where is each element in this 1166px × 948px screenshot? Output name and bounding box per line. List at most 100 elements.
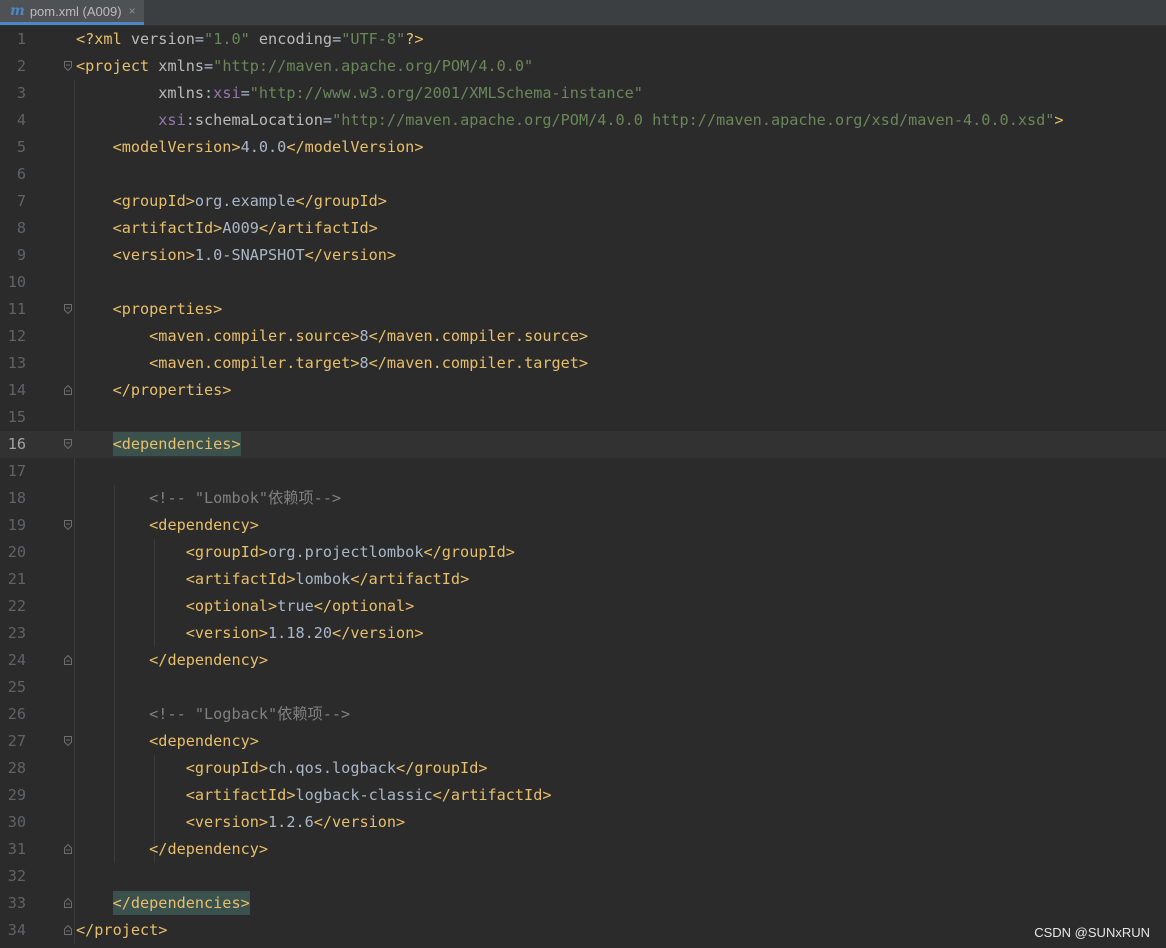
- code-token: <version>: [185, 813, 269, 831]
- code-token: <?xml: [76, 30, 131, 48]
- code-token: </optional>: [313, 597, 415, 615]
- code-line[interactable]: 10: [0, 269, 1166, 296]
- code-line[interactable]: 27 <dependency>: [0, 728, 1166, 755]
- code-token: 8: [359, 354, 369, 372]
- code-token: 1.0-SNAPSHOT: [194, 246, 305, 264]
- close-tab-icon[interactable]: ×: [129, 4, 136, 18]
- code-line[interactable]: 14 </properties>: [0, 377, 1166, 404]
- fold-collapse-icon[interactable]: [64, 304, 72, 314]
- code-text: </project>: [76, 917, 167, 944]
- code-line[interactable]: 24 </dependency>: [0, 647, 1166, 674]
- code-line[interactable]: 25: [0, 674, 1166, 701]
- code-token: </groupId>: [396, 759, 488, 777]
- code-editor[interactable]: 1 <?xml version="1.0" encoding="UTF-8"?> 2…: [0, 26, 1166, 948]
- code-text: <version>1.2.6</version>: [76, 809, 405, 836]
- code-line[interactable]: 2 <project xmlns="http://maven.apache.org…: [0, 53, 1166, 80]
- code-token: <groupId>: [112, 192, 195, 210]
- code-text: <dependency>: [76, 512, 259, 539]
- code-line[interactable]: 4 xsi:schemaLocation="http://maven.apach…: [0, 107, 1166, 134]
- code-line[interactable]: 19 <dependency>: [0, 512, 1166, 539]
- code-line[interactable]: 11 <properties>: [0, 296, 1166, 323]
- tab-label: pom.xml (A009): [29, 3, 122, 19]
- fold-collapse-icon[interactable]: [64, 736, 72, 746]
- code-line[interactable]: 17: [0, 458, 1166, 485]
- code-line[interactable]: 16 <dependencies>: [0, 431, 1166, 458]
- fold-end-icon[interactable]: [64, 385, 72, 395]
- code-token: ?>: [405, 30, 424, 48]
- code-line[interactable]: 15: [0, 404, 1166, 431]
- code-token: </groupId>: [295, 192, 387, 210]
- code-line[interactable]: 5 <modelVersion>4.0.0</modelVersion>: [0, 134, 1166, 161]
- fold-end-icon[interactable]: [64, 844, 72, 854]
- code-line[interactable]: 29 <artifactId>logback-classic</artifact…: [0, 782, 1166, 809]
- code-line[interactable]: 28 <groupId>ch.qos.logback</groupId>: [0, 755, 1166, 782]
- fold-end-icon[interactable]: [64, 898, 72, 908]
- fold-end-icon[interactable]: [64, 655, 72, 665]
- line-number: 11: [7, 300, 26, 318]
- code-token: </version>: [304, 246, 397, 264]
- code-line[interactable]: 20 <groupId>org.projectlombok</groupId>: [0, 539, 1166, 566]
- line-number: 18: [7, 489, 26, 507]
- code-token: </artifactId>: [432, 786, 552, 804]
- code-token: </dependencies>: [112, 891, 250, 915]
- maven-file-icon: m: [10, 3, 25, 19]
- code-line[interactable]: 1 <?xml version="1.0" encoding="UTF-8"?>: [0, 26, 1166, 53]
- code-text: </properties>: [76, 377, 232, 404]
- code-token: <dependencies>: [112, 432, 241, 456]
- code-text: <dependencies>: [76, 431, 241, 458]
- fold-collapse-icon[interactable]: [64, 439, 72, 449]
- code-line[interactable]: 7 <groupId>org.example</groupId>: [0, 188, 1166, 215]
- code-text: <modelVersion>4.0.0</modelVersion>: [76, 134, 424, 161]
- code-token: </maven.compiler.target>: [368, 354, 589, 372]
- fold-end-icon[interactable]: [64, 925, 72, 935]
- code-token: <project: [76, 57, 159, 75]
- code-line[interactable]: 21 <artifactId>lombok</artifactId>: [0, 566, 1166, 593]
- line-number: 25: [7, 678, 26, 696]
- code-line[interactable]: 3 xmlns:xsi="http://www.w3.org/2001/XMLS…: [0, 80, 1166, 107]
- code-line[interactable]: 23 <version>1.18.20</version>: [0, 620, 1166, 647]
- tab-pom-xml[interactable]: m pom.xml (A009) ×: [0, 0, 144, 25]
- code-line[interactable]: 22 <optional>true</optional>: [0, 593, 1166, 620]
- fold-collapse-icon[interactable]: [64, 520, 72, 530]
- code-token: version: [130, 30, 195, 48]
- line-number: 31: [7, 840, 26, 858]
- line-number: 21: [7, 570, 26, 588]
- code-text: <dependency>: [76, 728, 259, 755]
- code-text: </dependencies>: [76, 890, 250, 917]
- code-token: </dependency>: [149, 840, 269, 858]
- code-token: ch.qos.logback: [268, 759, 397, 777]
- line-number: 27: [7, 732, 26, 750]
- code-line[interactable]: 31 </dependency>: [0, 836, 1166, 863]
- attribute-value: "http://maven.apache.org/POM/4.0.0 http:…: [332, 111, 1055, 129]
- code-token: xmlns: [158, 57, 205, 75]
- code-token: <properties>: [112, 300, 223, 318]
- code-line[interactable]: 18 <!-- "Lombok"依赖项-->: [0, 485, 1166, 512]
- fold-collapse-icon[interactable]: [64, 61, 72, 71]
- code-token: <modelVersion>: [112, 138, 241, 156]
- code-line[interactable]: 13 <maven.compiler.target>8</maven.compi…: [0, 350, 1166, 377]
- code-token: A009: [222, 219, 259, 237]
- code-line[interactable]: 12 <maven.compiler.source>8</maven.compi…: [0, 323, 1166, 350]
- code-line[interactable]: 33 </dependencies>: [0, 890, 1166, 917]
- attribute-value: "1.0": [204, 30, 250, 48]
- code-token: <version>: [185, 624, 269, 642]
- code-token: 1.2.6: [268, 813, 314, 831]
- code-token: 8: [359, 327, 369, 345]
- code-line[interactable]: 26 <!-- "Logback"依赖项-->: [0, 701, 1166, 728]
- code-line[interactable]: 30 <version>1.2.6</version>: [0, 809, 1166, 836]
- code-token: =: [204, 57, 214, 75]
- code-line[interactable]: 9 <version>1.0-SNAPSHOT</version>: [0, 242, 1166, 269]
- code-line[interactable]: 8 <artifactId>A009</artifactId>: [0, 215, 1166, 242]
- code-line[interactable]: 34 </project>: [0, 917, 1166, 944]
- code-text: <groupId>org.projectlombok</groupId>: [76, 539, 515, 566]
- code-line[interactable]: 6: [0, 161, 1166, 188]
- attribute-value: "http://www.w3.org/2001/XMLSchema-instan…: [249, 84, 643, 102]
- code-line[interactable]: 32: [0, 863, 1166, 890]
- line-number: 29: [7, 786, 26, 804]
- code-token: =: [240, 84, 250, 102]
